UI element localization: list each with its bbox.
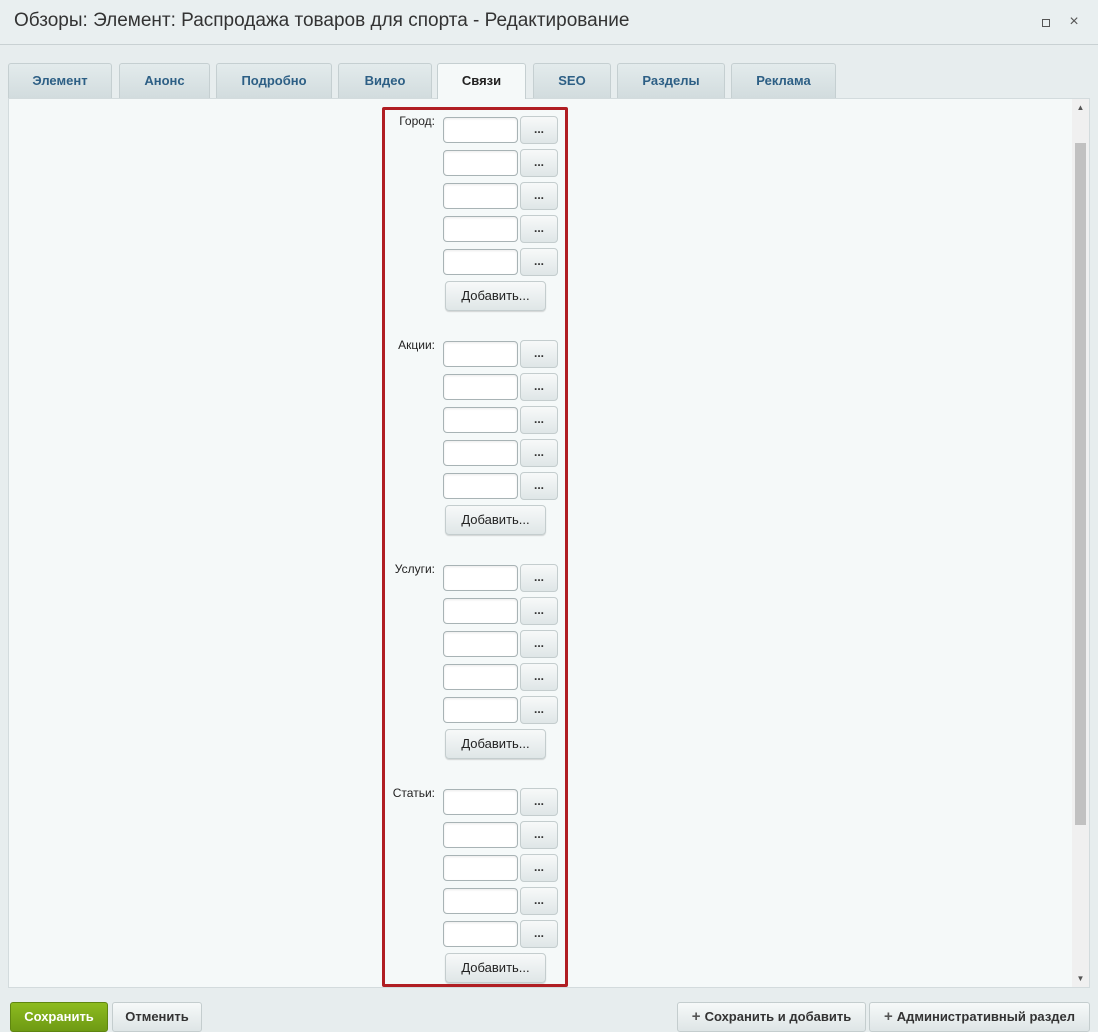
cancel-button[interactable]: Отменить [112, 1002, 202, 1032]
scrollbar-thumb[interactable] [1075, 143, 1086, 825]
link-id-input[interactable] [443, 565, 518, 591]
tab-content-panel: Город:............... Добавить... Акции:..… [8, 98, 1090, 988]
link-id-input[interactable] [443, 697, 518, 723]
maximize-icon[interactable] [1038, 14, 1054, 30]
link-id-input[interactable] [443, 374, 518, 400]
link-id-input[interactable] [443, 789, 518, 815]
select-element-button[interactable]: ... [520, 340, 558, 368]
select-element-button[interactable]: ... [520, 854, 558, 882]
tab-seo[interactable]: SEO [533, 63, 611, 98]
link-id-input[interactable] [443, 440, 518, 466]
link-id-input[interactable] [443, 216, 518, 242]
tab-detail[interactable]: Подробно [216, 63, 332, 98]
scroll-down-arrow-icon[interactable]: ▼ [1072, 970, 1089, 987]
link-id-input[interactable] [443, 407, 518, 433]
select-element-button[interactable]: ... [520, 248, 558, 276]
link-id-input[interactable] [443, 183, 518, 209]
link-id-input[interactable] [443, 888, 518, 914]
field-label: Акции: [398, 338, 435, 352]
tab-anons[interactable]: Анонс [119, 63, 210, 98]
link-id-input[interactable] [443, 855, 518, 881]
link-id-input[interactable] [443, 631, 518, 657]
vertical-scrollbar[interactable]: ▲ ▼ [1072, 99, 1089, 987]
close-icon[interactable]: × [1066, 14, 1082, 30]
add-more-button[interactable]: Добавить... [445, 505, 546, 535]
tab-ads[interactable]: Реклама [731, 63, 836, 98]
select-element-button[interactable]: ... [520, 472, 558, 500]
tab-links[interactable]: Связи [437, 63, 526, 99]
link-id-input[interactable] [443, 921, 518, 947]
save-and-add-button[interactable]: + Сохранить и добавить [677, 1002, 866, 1032]
save-and-add-label: Сохранить и добавить [704, 1009, 852, 1024]
tab-bar: Элемент Анонс Подробно Видео Связи SEO Р… [8, 63, 1090, 99]
tab-element[interactable]: Элемент [8, 63, 112, 98]
select-element-button[interactable]: ... [520, 630, 558, 658]
select-element-button[interactable]: ... [520, 373, 558, 401]
select-element-button[interactable]: ... [520, 920, 558, 948]
select-element-button[interactable]: ... [520, 182, 558, 210]
window-title: Обзоры: Элемент: Распродажа товаров для … [14, 10, 630, 31]
tab-sections[interactable]: Разделы [617, 63, 725, 98]
scroll-up-arrow-icon[interactable]: ▲ [1072, 99, 1089, 116]
select-element-button[interactable]: ... [520, 597, 558, 625]
link-id-input[interactable] [443, 473, 518, 499]
select-element-button[interactable]: ... [520, 663, 558, 691]
add-more-button[interactable]: Добавить... [445, 729, 546, 759]
select-element-button[interactable]: ... [520, 439, 558, 467]
cancel-button-label: Отменить [125, 1009, 189, 1024]
select-element-button[interactable]: ... [520, 788, 558, 816]
admin-section-button[interactable]: + Административный раздел [869, 1002, 1090, 1032]
select-element-button[interactable]: ... [520, 215, 558, 243]
link-id-input[interactable] [443, 150, 518, 176]
select-element-button[interactable]: ... [520, 116, 558, 144]
select-element-button[interactable]: ... [520, 149, 558, 177]
select-element-button[interactable]: ... [520, 696, 558, 724]
tab-video[interactable]: Видео [338, 63, 432, 98]
add-more-button[interactable]: Добавить... [445, 281, 546, 311]
add-more-button[interactable]: Добавить... [445, 953, 546, 983]
window-titlebar: Обзоры: Элемент: Распродажа товаров для … [0, 0, 1098, 45]
field-label: Город: [399, 114, 435, 128]
link-id-input[interactable] [443, 598, 518, 624]
plus-icon: + [691, 1008, 701, 1025]
save-button[interactable]: Сохранить [10, 1002, 108, 1032]
link-id-input[interactable] [443, 341, 518, 367]
plus-icon: + [883, 1008, 893, 1025]
admin-section-label: Административный раздел [896, 1009, 1076, 1024]
link-id-input[interactable] [443, 117, 518, 143]
select-element-button[interactable]: ... [520, 406, 558, 434]
select-element-button[interactable]: ... [520, 564, 558, 592]
field-label: Услуги: [394, 562, 435, 576]
select-element-button[interactable]: ... [520, 821, 558, 849]
select-element-button[interactable]: ... [520, 887, 558, 915]
link-id-input[interactable] [443, 664, 518, 690]
link-id-input[interactable] [443, 822, 518, 848]
link-id-input[interactable] [443, 249, 518, 275]
field-label: Статьи: [392, 786, 435, 800]
